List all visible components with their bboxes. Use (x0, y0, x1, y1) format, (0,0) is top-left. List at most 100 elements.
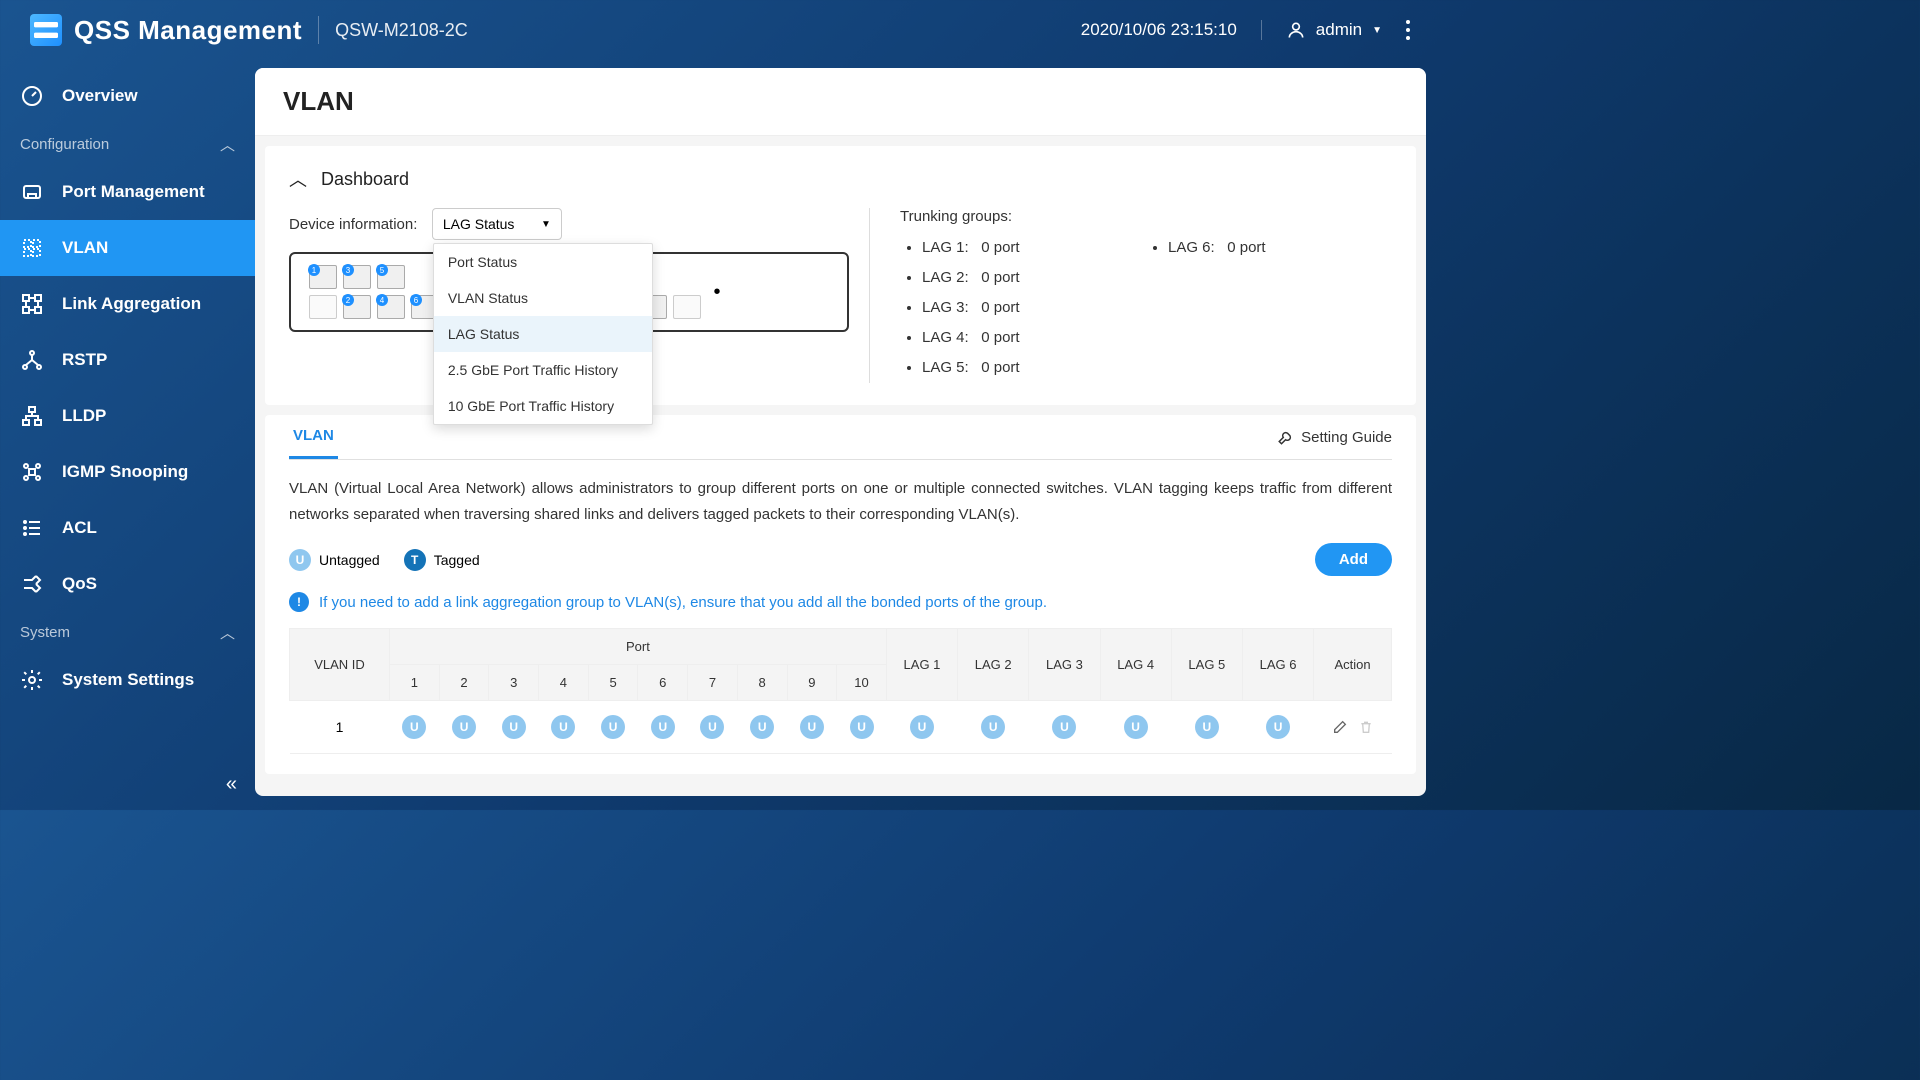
tagged-label: Tagged (434, 552, 480, 568)
tab-vlan[interactable]: VLAN (289, 415, 338, 459)
info-text: If you need to add a link aggregation gr… (319, 594, 1047, 611)
sidebar-item-label: QoS (62, 574, 97, 594)
datetime: 2020/10/06 23:15:10 (1081, 20, 1237, 40)
port-icon (20, 180, 44, 204)
setting-guide-link[interactable]: Setting Guide (1277, 428, 1392, 446)
device-info-label: Device information: (289, 216, 417, 233)
chevron-down-icon: ▼ (1372, 25, 1382, 36)
gauge-icon (20, 84, 44, 108)
port-tag-cell[interactable]: U (910, 715, 934, 739)
port-tag-cell[interactable]: U (551, 715, 575, 739)
option-vlan-status[interactable]: VLAN Status (434, 280, 652, 316)
port-tag-cell[interactable]: U (1195, 715, 1219, 739)
port-slot (673, 295, 701, 319)
sidebar-item-vlan[interactable]: VLAN (0, 220, 255, 276)
port-slot (309, 295, 337, 319)
chevron-up-icon: ︿ (289, 166, 307, 192)
port-tag-cell[interactable]: U (800, 715, 824, 739)
sidebar-item-acl[interactable]: ACL (0, 500, 255, 556)
th-lag5: LAG 5 (1171, 629, 1242, 701)
port-tag-cell[interactable]: U (502, 715, 526, 739)
link-agg-icon (20, 292, 44, 316)
th-vlan-id: VLAN ID (290, 629, 390, 701)
vlan-table: VLAN ID Port LAG 1 LAG 2 LAG 3 LAG 4 LAG… (289, 628, 1392, 754)
section-configuration[interactable]: Configuration ︿ (0, 124, 255, 164)
info-message: ! If you need to add a link aggregation … (289, 592, 1392, 612)
device-info-select[interactable]: LAG Status ▼ Port Status VLAN Status LAG… (432, 208, 562, 240)
divider (318, 16, 319, 44)
sidebar-item-igmp[interactable]: IGMP Snooping (0, 444, 255, 500)
sidebar-item-system-settings[interactable]: System Settings (0, 652, 255, 708)
th-port: Port (390, 629, 887, 665)
select-value: LAG Status (443, 216, 515, 232)
port-tag-cell[interactable]: U (750, 715, 774, 739)
sidebar-item-link-aggregation[interactable]: Link Aggregation (0, 276, 255, 332)
port-tag-cell[interactable]: U (402, 715, 426, 739)
wrench-icon (1277, 428, 1295, 446)
sidebar-item-overview[interactable]: Overview (0, 68, 255, 124)
sidebar-item-label: LLDP (62, 406, 106, 426)
port-2[interactable]: 2 (343, 295, 371, 319)
trunking-title: Trunking groups: (900, 208, 1146, 225)
vlan-card: VLAN Setting Guide VLAN (Virtual Local A… (265, 415, 1416, 774)
sidebar-item-lldp[interactable]: LLDP (0, 388, 255, 444)
port-tag-cell[interactable]: U (1124, 715, 1148, 739)
user-menu[interactable]: admin ▼ (1261, 20, 1382, 40)
sidebar-item-port-management[interactable]: Port Management (0, 164, 255, 220)
th-lag2: LAG 2 (958, 629, 1029, 701)
option-25gbe-history[interactable]: 2.5 GbE Port Traffic History (434, 352, 652, 388)
cell-vlan-id: 1 (290, 701, 390, 754)
trunk-list-right: LAG 6: 0 port (1146, 233, 1392, 263)
sidebar-item-label: VLAN (62, 238, 108, 258)
user-icon (1286, 20, 1306, 40)
dashboard-label: Dashboard (321, 169, 409, 190)
setting-guide-label: Setting Guide (1301, 429, 1392, 446)
gear-icon (20, 668, 44, 692)
port-tag-cell[interactable]: U (1052, 715, 1076, 739)
page-title: VLAN (283, 86, 1398, 117)
trunk-list-left: LAG 1: 0 port LAG 2: 0 port LAG 3: 0 por… (900, 233, 1146, 383)
list-icon (20, 516, 44, 540)
port-tag-cell[interactable]: U (452, 715, 476, 739)
port-4[interactable]: 4 (377, 295, 405, 319)
kebab-menu[interactable] (1406, 20, 1410, 40)
tagged-pill-icon: T (404, 549, 426, 571)
th-lag4: LAG 4 (1100, 629, 1171, 701)
qos-icon (20, 572, 44, 596)
sidebar: Overview Configuration ︿ Port Management… (0, 60, 255, 810)
sidebar-item-label: System Settings (62, 670, 194, 690)
device-info-dropdown: Port Status VLAN Status LAG Status 2.5 G… (433, 243, 653, 425)
port-tag-cell[interactable]: U (700, 715, 724, 739)
edit-icon[interactable] (1332, 719, 1348, 735)
add-vlan-button[interactable]: Add (1315, 543, 1392, 576)
dashboard-toggle[interactable]: ︿ Dashboard (289, 166, 1392, 192)
section-label: Configuration (20, 136, 109, 153)
sidebar-item-rstp[interactable]: RSTP (0, 332, 255, 388)
section-system[interactable]: System ︿ (0, 612, 255, 652)
option-port-status[interactable]: Port Status (434, 244, 652, 280)
untagged-pill-icon: U (289, 549, 311, 571)
port-tag-cell[interactable]: U (601, 715, 625, 739)
sidebar-item-qos[interactable]: QoS (0, 556, 255, 612)
tree-icon (20, 348, 44, 372)
chevron-down-icon: ▼ (541, 219, 551, 230)
port-tag-cell[interactable]: U (1266, 715, 1290, 739)
app-title: QSS Management (74, 15, 302, 46)
sidebar-collapse[interactable]: « (226, 773, 237, 796)
option-lag-status[interactable]: LAG Status (434, 316, 652, 352)
port-tag-cell[interactable]: U (981, 715, 1005, 739)
th-lag3: LAG 3 (1029, 629, 1100, 701)
option-10gbe-history[interactable]: 10 GbE Port Traffic History (434, 388, 652, 424)
port-1[interactable]: 1 (309, 265, 337, 289)
igmp-icon (20, 460, 44, 484)
th-lag6: LAG 6 (1242, 629, 1313, 701)
th-lag1: LAG 1 (886, 629, 957, 701)
port-tag-cell[interactable]: U (850, 715, 874, 739)
vlan-icon (20, 236, 44, 260)
port-5[interactable]: 5 (377, 265, 405, 289)
trash-icon[interactable] (1358, 719, 1374, 735)
port-tag-cell[interactable]: U (651, 715, 675, 739)
port-3[interactable]: 3 (343, 265, 371, 289)
header: QSS Management QSW-M2108-2C 2020/10/06 2… (0, 0, 1440, 60)
vlan-description: VLAN (Virtual Local Area Network) allows… (289, 476, 1392, 527)
